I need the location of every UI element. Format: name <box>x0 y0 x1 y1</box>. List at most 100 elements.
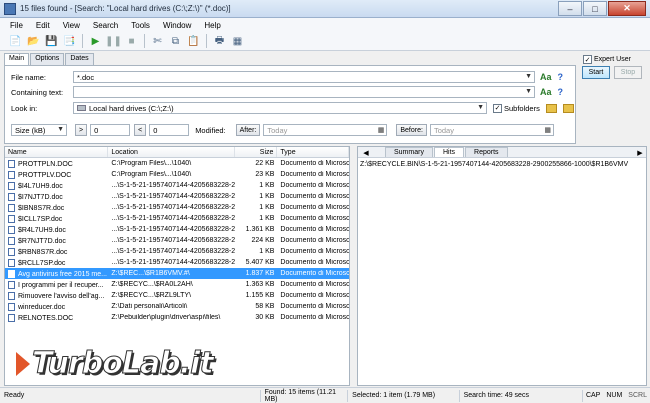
paste-icon[interactable]: 📋 <box>186 34 201 49</box>
tab-reports[interactable]: Reports <box>465 147 508 157</box>
new-search-icon[interactable]: 📄 <box>8 34 23 49</box>
cell-location: Z:\$RECYC...\$RA0L2AH\ <box>108 281 234 288</box>
print-icon[interactable]: 🖶 <box>212 34 227 49</box>
pause-icon[interactable]: ❚❚ <box>105 34 122 49</box>
column-name[interactable]: Name <box>5 147 109 157</box>
containing-text-field[interactable]: ▼ <box>73 86 535 98</box>
after-date-field[interactable]: Today ▦ <box>263 124 388 136</box>
drive-icon <box>77 105 86 111</box>
size-max-field[interactable]: 0 <box>149 124 190 136</box>
watermark-text: TurboLab.it <box>32 346 215 382</box>
calendar-icon[interactable]: ▦ <box>378 126 385 134</box>
chevron-down-icon[interactable]: ▼ <box>525 73 532 80</box>
cell-name: $I7NJT7D.doc <box>5 192 108 201</box>
copy-icon[interactable]: ⧉ <box>168 34 183 49</box>
tab-hits[interactable]: Hits <box>433 147 465 157</box>
start-button[interactable]: Start <box>582 66 610 79</box>
tab-dates[interactable]: Dates <box>65 53 94 65</box>
expert-user-option[interactable]: ✓ Expert User <box>583 55 631 64</box>
before-date-field[interactable]: Today ▦ <box>429 124 554 136</box>
cell-type-text: Documento di Microso <box>280 303 349 310</box>
save-as-icon[interactable]: 📑 <box>62 34 77 49</box>
chevron-down-icon[interactable]: ▼ <box>525 88 532 95</box>
table-row[interactable]: PROTTPLN.DOC C:\Program Files\...\1040\ 22… <box>5 158 349 169</box>
table-row[interactable]: $IBN8S7R.doc ...\S-1-5-21-1957407144-4205… <box>5 202 349 213</box>
cell-size: 1 KB <box>235 215 278 222</box>
size-min-field[interactable]: 0 <box>90 124 131 136</box>
stop-button[interactable]: Stop <box>614 66 642 79</box>
before-button[interactable]: Before: <box>396 124 427 136</box>
table-row[interactable]: $I4L7UH9.doc ...\S-1-5-21-1957407144-4205… <box>5 180 349 191</box>
tab-main[interactable]: Main <box>4 53 30 65</box>
chevron-down-icon[interactable]: ▼ <box>57 126 64 133</box>
tab-options[interactable]: Options <box>30 53 65 65</box>
cell-location-text: Z:\Dati personali\Articoli\ <box>111 303 188 310</box>
open-icon[interactable]: 📂 <box>26 34 41 49</box>
help-icon[interactable]: ? <box>558 72 564 82</box>
column-type[interactable]: Type <box>277 147 349 157</box>
filter-row: Size (kB) ▼ > 0 < 0 Modified: After: Tod… <box>11 124 554 136</box>
table-row[interactable]: RELNOTES.DOC Z:\Pebuilder\plugin\driver\a… <box>5 312 349 323</box>
table-row[interactable]: Avg antivirus free 2015 me... Z:\$REC...\… <box>5 268 349 279</box>
table-row[interactable]: $R7NJT7D.doc ...\S-1-5-21-1957407144-4205… <box>5 235 349 246</box>
properties-icon[interactable]: ▦ <box>230 34 245 49</box>
chevron-right-icon[interactable]: ▶ <box>634 149 646 157</box>
menu-edit[interactable]: Edit <box>36 21 50 30</box>
folder-plus-icon[interactable] <box>562 103 574 113</box>
menu-help[interactable]: Help <box>204 21 220 30</box>
table-row[interactable]: $I7NJT7D.doc ...\S-1-5-21-1957407144-4205… <box>5 191 349 202</box>
menu-view[interactable]: View <box>63 21 80 30</box>
table-row[interactable]: I programmi per il recuper... Z:\$RECYC..… <box>5 279 349 290</box>
after-button[interactable]: After: <box>235 124 261 136</box>
menu-tools[interactable]: Tools <box>131 21 150 30</box>
chevron-left-icon[interactable]: ◀ <box>360 149 372 157</box>
tab-summary[interactable]: Summary <box>385 147 433 157</box>
menu-window[interactable]: Window <box>163 21 191 30</box>
subfolders-checkbox[interactable]: ✓ <box>493 103 502 113</box>
table-row[interactable]: $R4L7UH9.doc ...\S-1-5-21-1957407144-4205… <box>5 224 349 235</box>
file-name-field[interactable]: *.doc ▼ <box>73 71 535 83</box>
table-row[interactable]: $RBN8S7R.doc ...\S-1-5-21-1957407144-4205… <box>5 246 349 257</box>
minimize-button[interactable]: – <box>558 1 582 16</box>
subfolders-option[interactable]: ✓ Subfolders <box>493 103 540 113</box>
cell-size: 1 KB <box>235 248 278 255</box>
cell-size: 1.361 KB <box>235 226 278 233</box>
table-row[interactable]: $RCLL7SP.doc ...\S-1-5-21-1957407144-4205… <box>5 257 349 268</box>
table-row[interactable]: Rimuovere l'avviso dell'ag... Z:\$RECYC..… <box>5 290 349 301</box>
cell-size-text: 1 KB <box>259 248 275 255</box>
case-sensitive-icon[interactable]: Aa <box>540 72 552 82</box>
cell-location: ...\S-1-5-21-1957407144-4205683228-2 <box>108 193 234 200</box>
cell-size-text: 1.155 KB <box>245 292 275 299</box>
cell-type: Documento di Microso <box>277 237 349 244</box>
cell-location: Z:\$RECYC...\$RZL9LTY\ <box>108 292 234 299</box>
menu-file[interactable]: File <box>10 21 23 30</box>
column-location[interactable]: Location <box>108 147 235 157</box>
case-sensitive-icon[interactable]: Aa <box>540 87 552 97</box>
chevron-down-icon[interactable]: ▼ <box>477 104 484 111</box>
save-icon[interactable]: 💾 <box>44 34 59 49</box>
cut-icon[interactable]: ✄ <box>150 34 165 49</box>
cell-type-text: Documento di Microso <box>280 193 349 200</box>
size-less-button[interactable]: < <box>134 124 147 136</box>
stop-icon[interactable]: ■ <box>124 34 139 49</box>
menu-search[interactable]: Search <box>93 21 118 30</box>
close-button[interactable]: ✕ <box>608 1 646 16</box>
cell-type: Documento di Microso <box>277 215 349 222</box>
column-size[interactable]: Size <box>235 147 278 157</box>
cell-location-text: ...\S-1-5-21-1957407144-4205683228-2 <box>111 259 235 266</box>
folder-icon[interactable] <box>545 103 557 113</box>
cell-location: ...\S-1-5-21-1957407144-4205683228-2 <box>108 237 234 244</box>
table-row[interactable]: PROTTPLV.DOC C:\Program Files\...\1040\ 23… <box>5 169 349 180</box>
table-row[interactable]: winreducer.doc Z:\Dati personali\Articoli… <box>5 301 349 312</box>
maximize-button[interactable]: □ <box>583 1 607 16</box>
size-filter-select[interactable]: Size (kB) ▼ <box>11 124 67 136</box>
cell-size: 58 KB <box>235 303 278 310</box>
size-greater-button[interactable]: > <box>75 124 88 136</box>
play-icon[interactable]: ▶ <box>88 34 103 49</box>
table-row[interactable]: $ICLL7SP.doc ...\S-1-5-21-1957407144-4205… <box>5 213 349 224</box>
look-in-field[interactable]: Local hard drives (C:\;Z:\) ▼ <box>73 102 487 114</box>
containing-text-row: Containing text: ▼ Aa ? <box>11 86 563 98</box>
help-icon[interactable]: ? <box>558 87 564 97</box>
expert-user-checkbox[interactable]: ✓ <box>583 55 592 64</box>
calendar-icon[interactable]: ▦ <box>544 126 551 134</box>
